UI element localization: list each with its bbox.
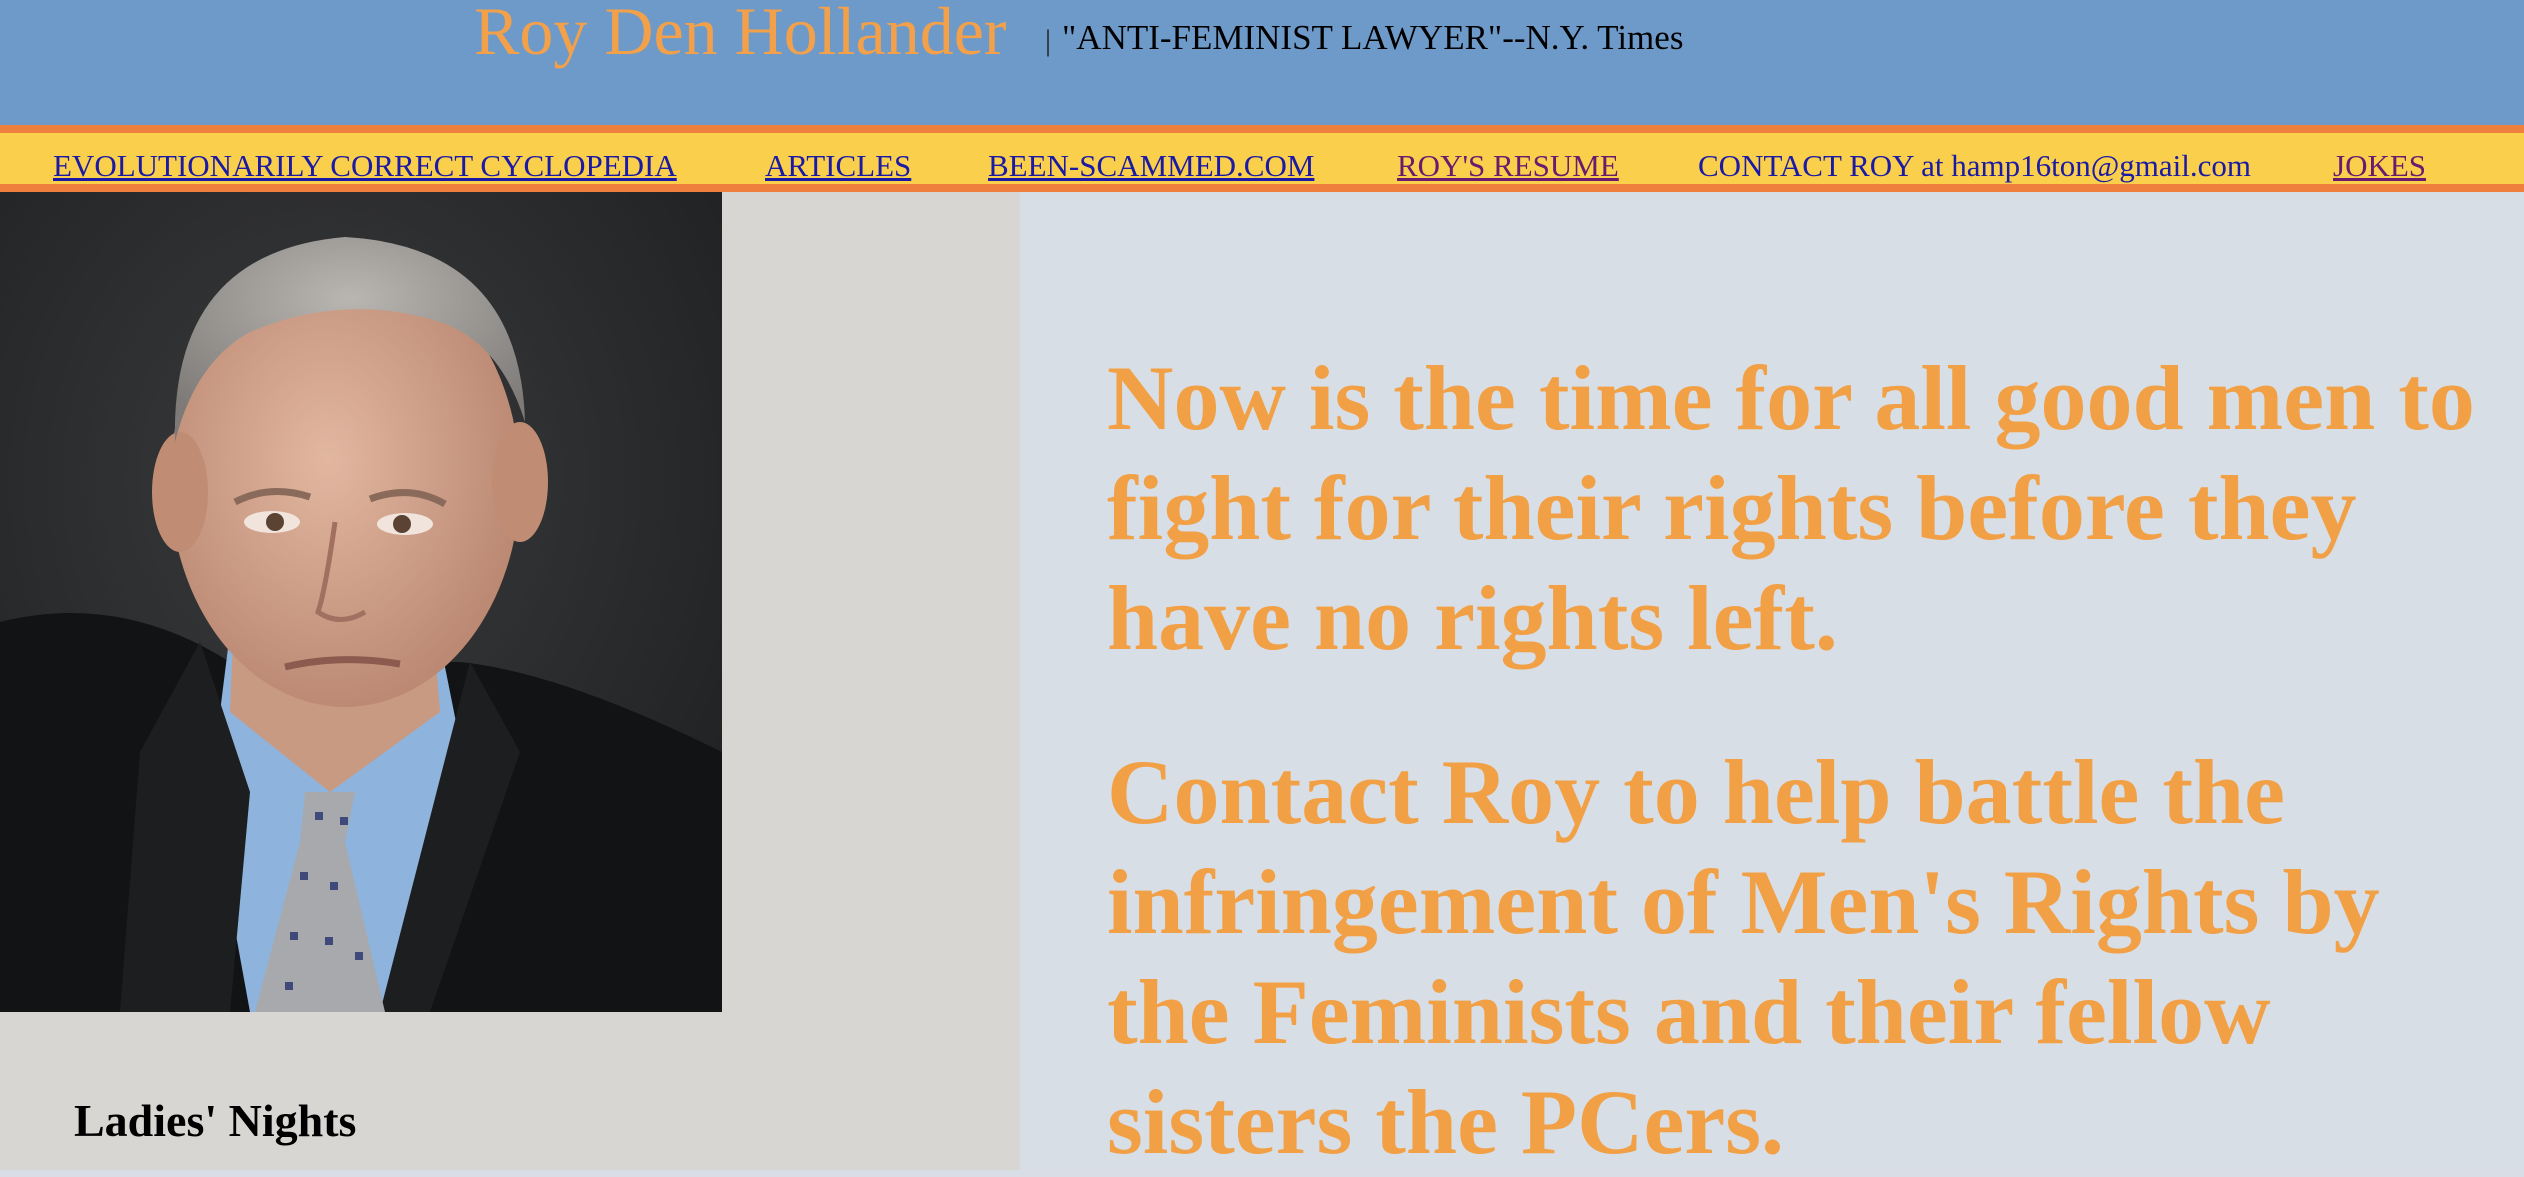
nav-contact-text: CONTACT ROY at hamp16ton@gmail.com: [1698, 148, 2252, 183]
main-message-contact: Contact Roy to help battle the infringem…: [1107, 741, 2380, 1173]
ladies-nights-heading: Ladies' Nights: [74, 1095, 357, 1146]
site-title[interactable]: Roy Den Hollander: [474, 0, 1007, 71]
site-tagline: "ANTI-FEMINIST LAWYER"--N.Y. Times: [1062, 18, 1684, 57]
portrait-photo: [0, 192, 722, 1012]
nav-link-cyclopedia[interactable]: EVOLUTIONARILY CORRECT CYCLOPEDIA: [53, 148, 677, 184]
nav-link-jokes[interactable]: JOKES: [2333, 148, 2426, 184]
site-header: Roy Den Hollander | "ANTI-FEMINIST LAWYE…: [0, 0, 2524, 125]
main-message-rights: Now is the time for all good men to figh…: [1107, 347, 2475, 669]
nav-link-resume[interactable]: ROY'S RESUME: [1397, 148, 1619, 184]
nav-link-articles[interactable]: ARTICLES: [765, 148, 911, 184]
title-separator: |: [1045, 24, 1052, 57]
nav-bar: EVOLUTIONARILY CORRECT CYCLOPEDIA ARTICL…: [0, 125, 2524, 192]
portrait-photo-icon: [0, 192, 722, 1012]
nav-link-been-scammed[interactable]: BEEN-SCAMMED.COM: [988, 148, 1314, 184]
